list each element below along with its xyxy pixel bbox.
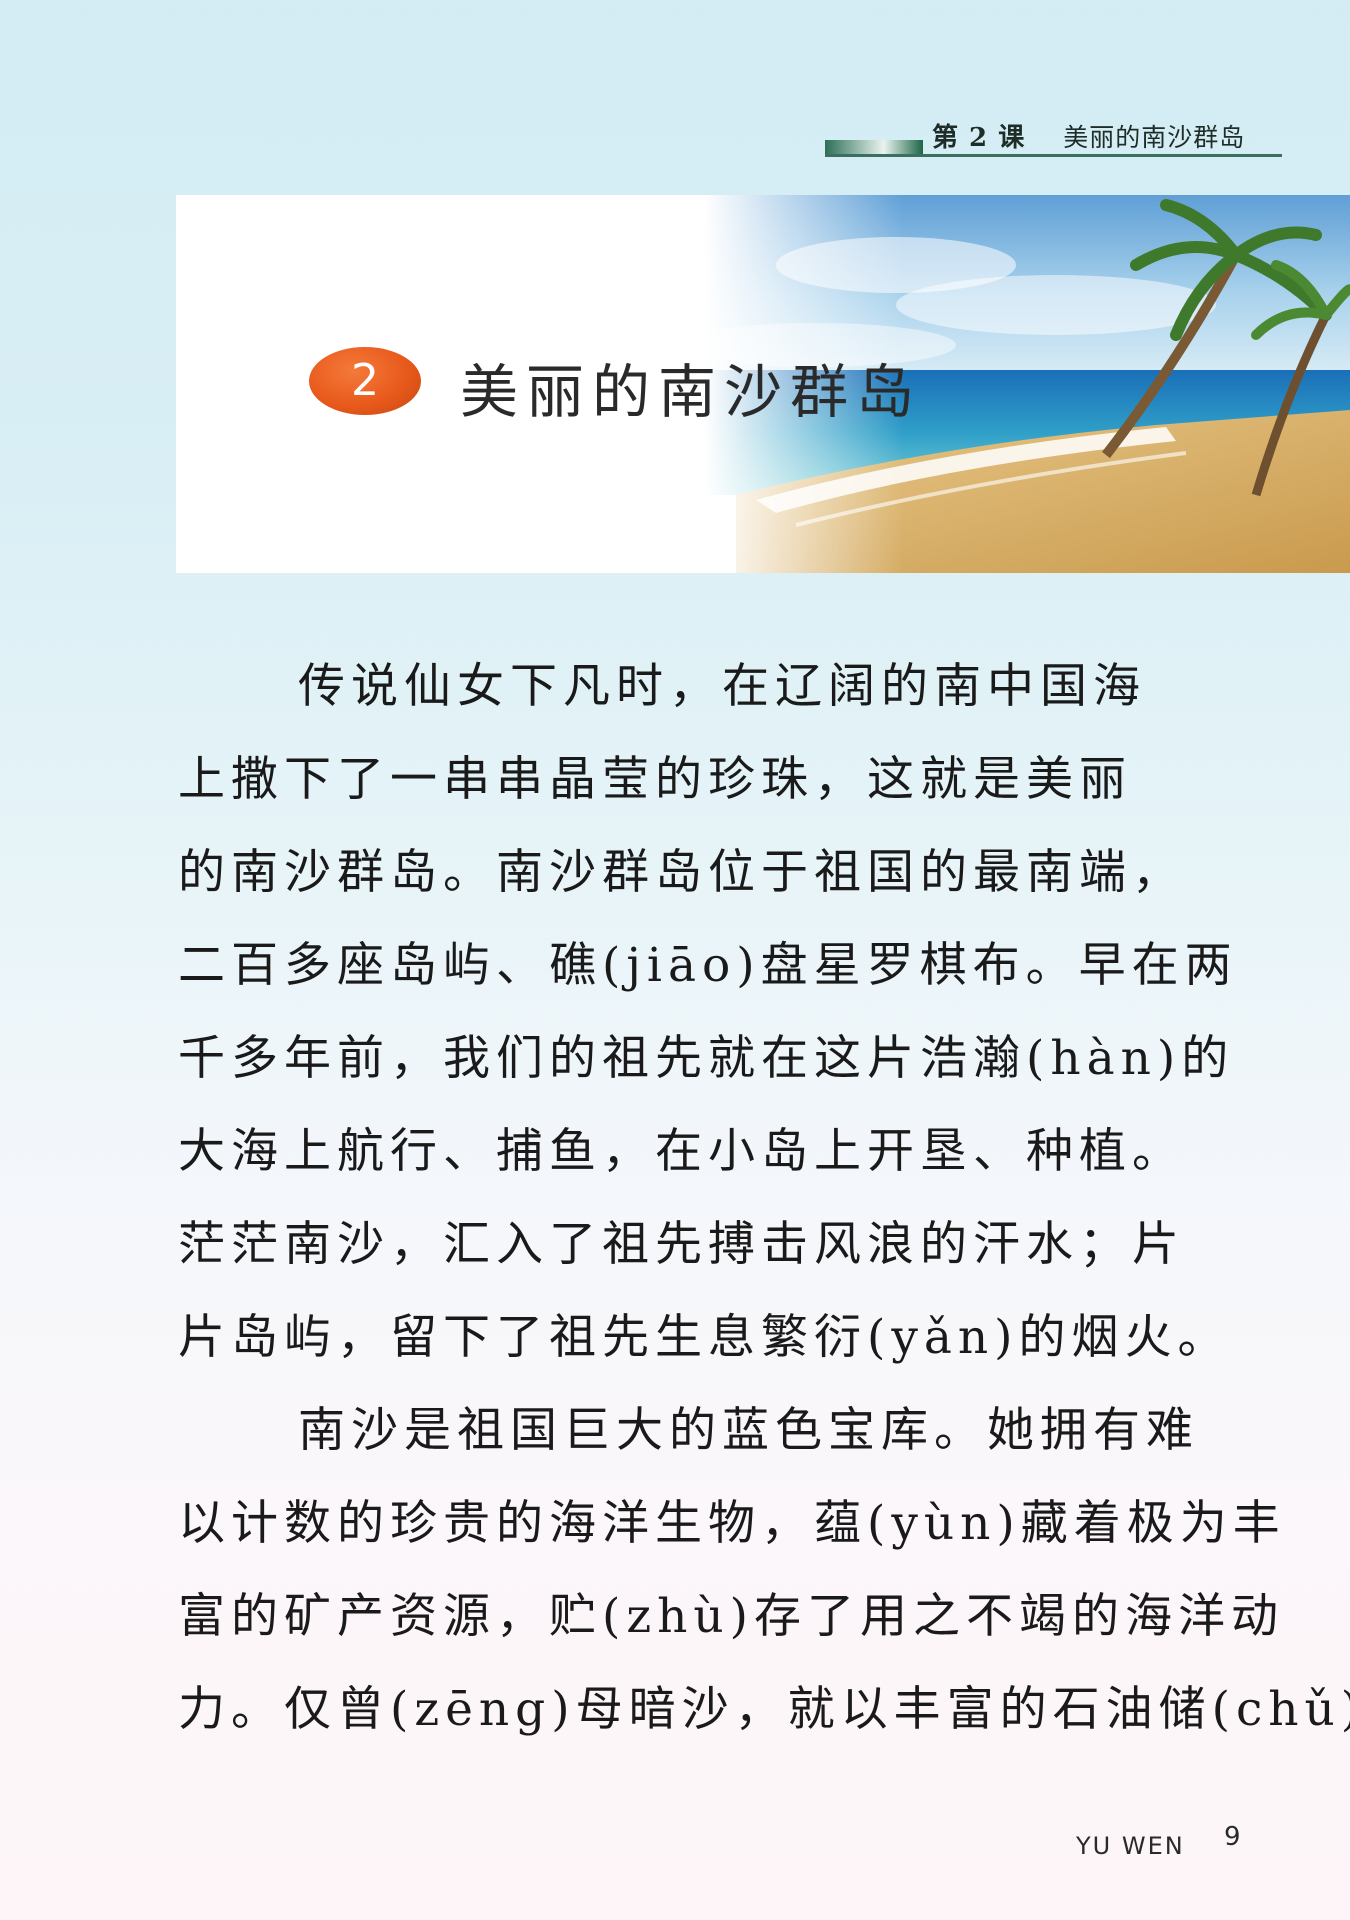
body-line: 南沙是祖国巨大的蓝色宝库。她拥有难 <box>298 1403 1199 1458</box>
body-line: 富的矿产资源，贮(zhù)存了用之不竭的海洋动 <box>178 1589 1284 1644</box>
body-line: 传说仙女下凡时，在辽阔的南中国海 <box>298 659 1146 714</box>
header-lesson-title: 美丽的南沙群岛 <box>1063 123 1246 152</box>
lesson-number-badge: 2 <box>309 347 421 415</box>
body-line: 以计数的珍贵的海洋生物，蕴(yùn)藏着极为丰 <box>178 1496 1286 1551</box>
body-line: 的南沙群岛。南沙群岛位于祖国的最南端， <box>178 845 1185 900</box>
body-line: 力。仅曾(zēng)母暗沙，就以丰富的石油储(chǔ) <box>178 1682 1350 1737</box>
body-line: 二百多座岛屿、礁(jiāo)盘星罗棋布。早在两 <box>178 938 1238 993</box>
body-line: 千多年前，我们的祖先就在这片浩瀚(hàn)的 <box>178 1031 1235 1086</box>
lesson-title: 美丽的南沙群岛 <box>460 358 923 426</box>
running-header: 第 2 课 美丽的南沙群岛 <box>932 117 1245 154</box>
header-underline <box>825 154 1282 157</box>
page-number: 9 <box>1224 1822 1241 1852</box>
body-line: 茫茫南沙，汇入了祖先搏击风浪的汗水；片 <box>178 1217 1185 1272</box>
lesson-body: 传说仙女下凡时，在辽阔的南中国海 上撒下了一串串晶莹的珍珠，这就是美丽 的南沙群… <box>178 640 1350 1756</box>
footer-book-name: YU WEN <box>1076 1832 1185 1860</box>
body-line: 大海上航行、捕鱼，在小岛上开垦、种植。 <box>178 1124 1185 1179</box>
header-lesson-number: 第 2 课 <box>932 123 1026 153</box>
body-line: 上撒下了一串串晶莹的珍珠，这就是美丽 <box>178 752 1132 807</box>
body-line: 片岛屿，留下了祖先生息繁衍(yǎn)的烟火。 <box>178 1310 1231 1365</box>
